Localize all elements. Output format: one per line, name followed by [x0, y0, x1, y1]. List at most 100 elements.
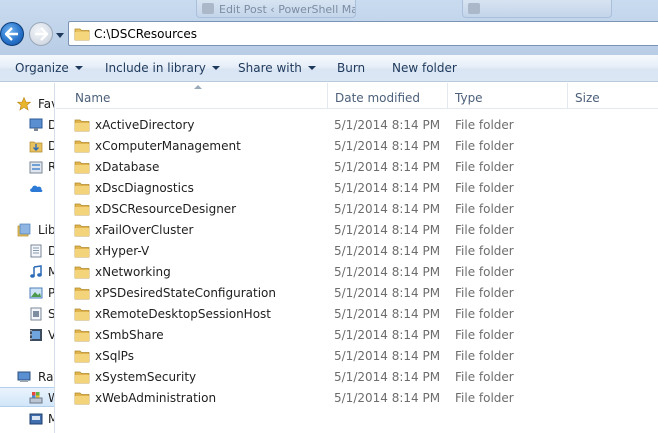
file-row[interactable]: xDatabase 5/1/2014 8:14 PM File folder [74, 157, 634, 178]
arrow-left-icon [5, 27, 18, 41]
column-name-label: Name [75, 91, 111, 105]
new-folder-button[interactable]: New folder [392, 61, 457, 75]
nav-item-pictures[interactable]: P [0, 283, 54, 303]
file-row[interactable]: xPSDesiredStateConfiguration 5/1/2014 8:… [74, 283, 634, 304]
repository-icon [30, 307, 42, 321]
file-list-pane: Name Date modified Type Size xActiveDire… [56, 83, 658, 433]
chevron-down-icon [74, 66, 83, 70]
folder-icon [74, 266, 90, 279]
file-name: xDSCResourceDesigner [95, 202, 237, 216]
burn-label: Burn [337, 61, 366, 75]
file-date: 5/1/2014 8:14 PM [334, 202, 441, 216]
file-type: File folder [455, 370, 514, 384]
file-name: xActiveDirectory [95, 118, 195, 132]
nav-libraries-label: Libr [38, 223, 55, 237]
file-name: xNetworking [95, 265, 171, 279]
file-type: File folder [455, 223, 514, 237]
file-name: xSystemSecurity [95, 370, 197, 384]
recent-places-icon [29, 161, 43, 174]
file-type: File folder [455, 307, 514, 321]
recent-locations-dropdown-icon[interactable] [56, 31, 64, 39]
file-name: xPSDesiredStateConfiguration [95, 286, 276, 300]
arrow-right-icon [35, 27, 48, 41]
file-row[interactable]: xActiveDirectory 5/1/2014 8:14 PM File f… [74, 115, 634, 136]
folder-icon [74, 371, 90, 384]
column-header-name[interactable]: Name [68, 83, 328, 109]
nav-libraries-header[interactable]: Libr [0, 220, 55, 240]
background-browser-tab [462, 0, 612, 18]
share-with-label: Share with [238, 61, 302, 75]
file-type: File folder [455, 244, 514, 258]
nav-item-label: S [48, 307, 55, 321]
file-row[interactable]: xComputerManagement 5/1/2014 8:14 PM Fil… [74, 136, 634, 157]
folder-icon [74, 182, 90, 195]
file-type: File folder [455, 286, 514, 300]
column-date-label: Date modified [335, 91, 421, 105]
forward-button[interactable] [29, 22, 53, 46]
column-size-label: Size [575, 91, 600, 105]
file-name: xHyper-V [95, 244, 150, 258]
file-date: 5/1/2014 8:14 PM [334, 223, 441, 237]
column-header-size[interactable]: Size [568, 83, 658, 109]
nav-item-videos[interactable]: V [0, 325, 54, 345]
nav-item-local-disk[interactable]: W [0, 387, 54, 407]
nav-item-downloads[interactable]: D [0, 136, 54, 156]
file-type: File folder [455, 139, 514, 153]
nav-item-music[interactable]: M [0, 262, 54, 282]
folder-icon [74, 329, 90, 342]
pictures-icon [29, 287, 43, 299]
address-bar-region: Edit Post ‹ PowerShell Ma... C:\DSCResou… [0, 0, 658, 55]
file-date: 5/1/2014 8:14 PM [334, 307, 441, 321]
nav-item-skydrive[interactable] [0, 178, 54, 198]
file-date: 5/1/2014 8:14 PM [334, 349, 441, 363]
file-date: 5/1/2014 8:14 PM [334, 118, 441, 132]
file-type: File folder [455, 349, 514, 363]
nav-item-label: D [48, 139, 54, 153]
file-date: 5/1/2014 8:14 PM [334, 265, 441, 279]
file-date: 5/1/2014 8:14 PM [334, 181, 441, 195]
file-row[interactable]: xHyper-V 5/1/2014 8:14 PM File folder [74, 241, 634, 262]
organize-menu-button[interactable]: Organize [15, 61, 83, 75]
nav-item-label: D [48, 118, 54, 132]
file-name: xDscDiagnostics [95, 181, 194, 195]
nav-item-subversion[interactable]: S [0, 304, 55, 324]
file-type: File folder [455, 118, 514, 132]
nav-item-documents[interactable]: D [0, 241, 54, 261]
tab-favicon-icon [468, 3, 480, 14]
include-in-library-button[interactable]: Include in library [105, 61, 220, 75]
background-tab-label: Edit Post ‹ PowerShell Ma... [219, 3, 356, 16]
share-with-button[interactable]: Share with [238, 61, 316, 75]
nav-item-recent-places[interactable]: R [0, 157, 54, 177]
folder-icon [74, 287, 90, 300]
downloads-folder-icon [29, 141, 43, 153]
address-bar[interactable]: C:\DSCResources [68, 21, 658, 46]
file-row[interactable]: xDSCResourceDesigner 5/1/2014 8:14 PM Fi… [74, 199, 634, 220]
cloud-icon [30, 185, 43, 192]
file-row[interactable]: xSqlPs 5/1/2014 8:14 PM File folder [74, 346, 634, 367]
command-bar: Organize Include in library Share with B… [0, 55, 658, 82]
nav-item-desktop[interactable]: D [0, 115, 54, 135]
file-row[interactable]: xSmbShare 5/1/2014 8:14 PM File folder [74, 325, 634, 346]
file-row[interactable]: xWebAdministration 5/1/2014 8:14 PM File… [74, 388, 634, 409]
column-header-type[interactable]: Type [448, 83, 568, 109]
burn-button[interactable]: Burn [337, 61, 365, 75]
file-row[interactable]: xSystemSecurity 5/1/2014 8:14 PM File fo… [74, 367, 634, 388]
nav-item-media-drive[interactable]: M [0, 409, 54, 429]
file-row[interactable]: xRemoteDesktopSessionHost 5/1/2014 8:14 … [74, 304, 634, 325]
file-row[interactable]: xDscDiagnostics 5/1/2014 8:14 PM File fo… [74, 178, 634, 199]
back-button[interactable] [0, 22, 24, 46]
file-name: xDatabase [95, 160, 160, 174]
windows-drive-icon [29, 392, 43, 404]
file-row[interactable]: xFailOverCluster 5/1/2014 8:14 PM File f… [74, 220, 634, 241]
folder-icon [74, 161, 90, 174]
column-header-row: Name Date modified Type Size [56, 83, 658, 109]
nav-item-label: D [48, 244, 54, 258]
include-in-library-label: Include in library [105, 61, 206, 75]
column-header-date-modified[interactable]: Date modified [328, 83, 448, 109]
folder-icon [74, 119, 90, 132]
nav-computer-header[interactable]: Ray [0, 367, 54, 387]
file-row[interactable]: xNetworking 5/1/2014 8:14 PM File folder [74, 262, 634, 283]
file-name: xComputerManagement [95, 139, 241, 153]
nav-favorites-header[interactable]: Fav [0, 94, 54, 114]
folder-icon [74, 245, 90, 258]
